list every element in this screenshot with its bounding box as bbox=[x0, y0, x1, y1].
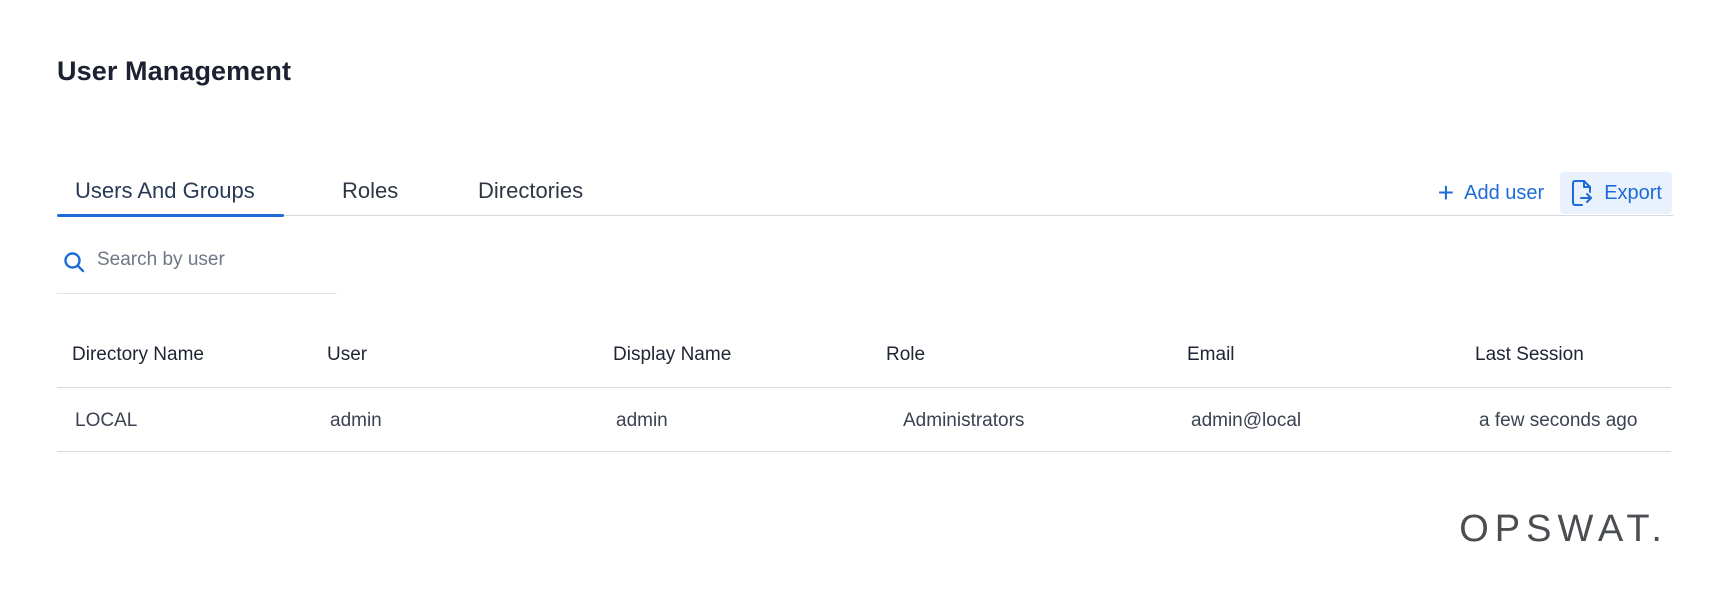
tab-directories[interactable]: Directories bbox=[478, 178, 583, 204]
cell-role: Administrators bbox=[903, 410, 1025, 431]
column-header-email[interactable]: Email bbox=[1187, 344, 1235, 366]
cell-email: admin@local bbox=[1191, 410, 1302, 431]
search-input[interactable] bbox=[97, 249, 307, 271]
cell-display-name: admin bbox=[616, 410, 668, 431]
export-button[interactable]: Export bbox=[1560, 172, 1672, 214]
cell-user: admin bbox=[330, 410, 382, 431]
add-user-label: Add user bbox=[1464, 181, 1545, 204]
export-file-icon bbox=[1572, 180, 1593, 206]
plus-icon: + bbox=[1437, 177, 1455, 208]
tab-roles[interactable]: Roles bbox=[342, 178, 398, 204]
export-label: Export bbox=[1604, 181, 1662, 204]
column-header-role[interactable]: Role bbox=[886, 344, 925, 366]
column-header-display-name[interactable]: Display Name bbox=[613, 344, 731, 366]
search-icon bbox=[64, 252, 85, 273]
tab-users-and-groups[interactable]: Users And Groups bbox=[75, 178, 255, 204]
active-tab-indicator bbox=[57, 214, 284, 217]
column-header-user[interactable]: User bbox=[327, 344, 367, 366]
cell-directory-name: LOCAL bbox=[75, 410, 138, 431]
toolbar-actions: + Add user Export bbox=[1428, 172, 1672, 214]
table-row[interactable]: LOCAL admin admin Administrators admin@l… bbox=[57, 388, 1671, 452]
column-header-directory-name[interactable]: Directory Name bbox=[72, 344, 204, 366]
add-user-button[interactable]: + Add user bbox=[1428, 173, 1554, 213]
cell-last-session: a few seconds ago bbox=[1479, 410, 1638, 431]
column-header-last-session[interactable]: Last Session bbox=[1475, 344, 1584, 366]
page-title: User Management bbox=[57, 56, 292, 86]
search-box bbox=[57, 240, 337, 294]
table-header: Directory Name User Display Name Role Em… bbox=[57, 330, 1671, 388]
users-table: Directory Name User Display Name Role Em… bbox=[57, 330, 1671, 452]
opswat-logo: OPSWAT. bbox=[1459, 508, 1668, 550]
